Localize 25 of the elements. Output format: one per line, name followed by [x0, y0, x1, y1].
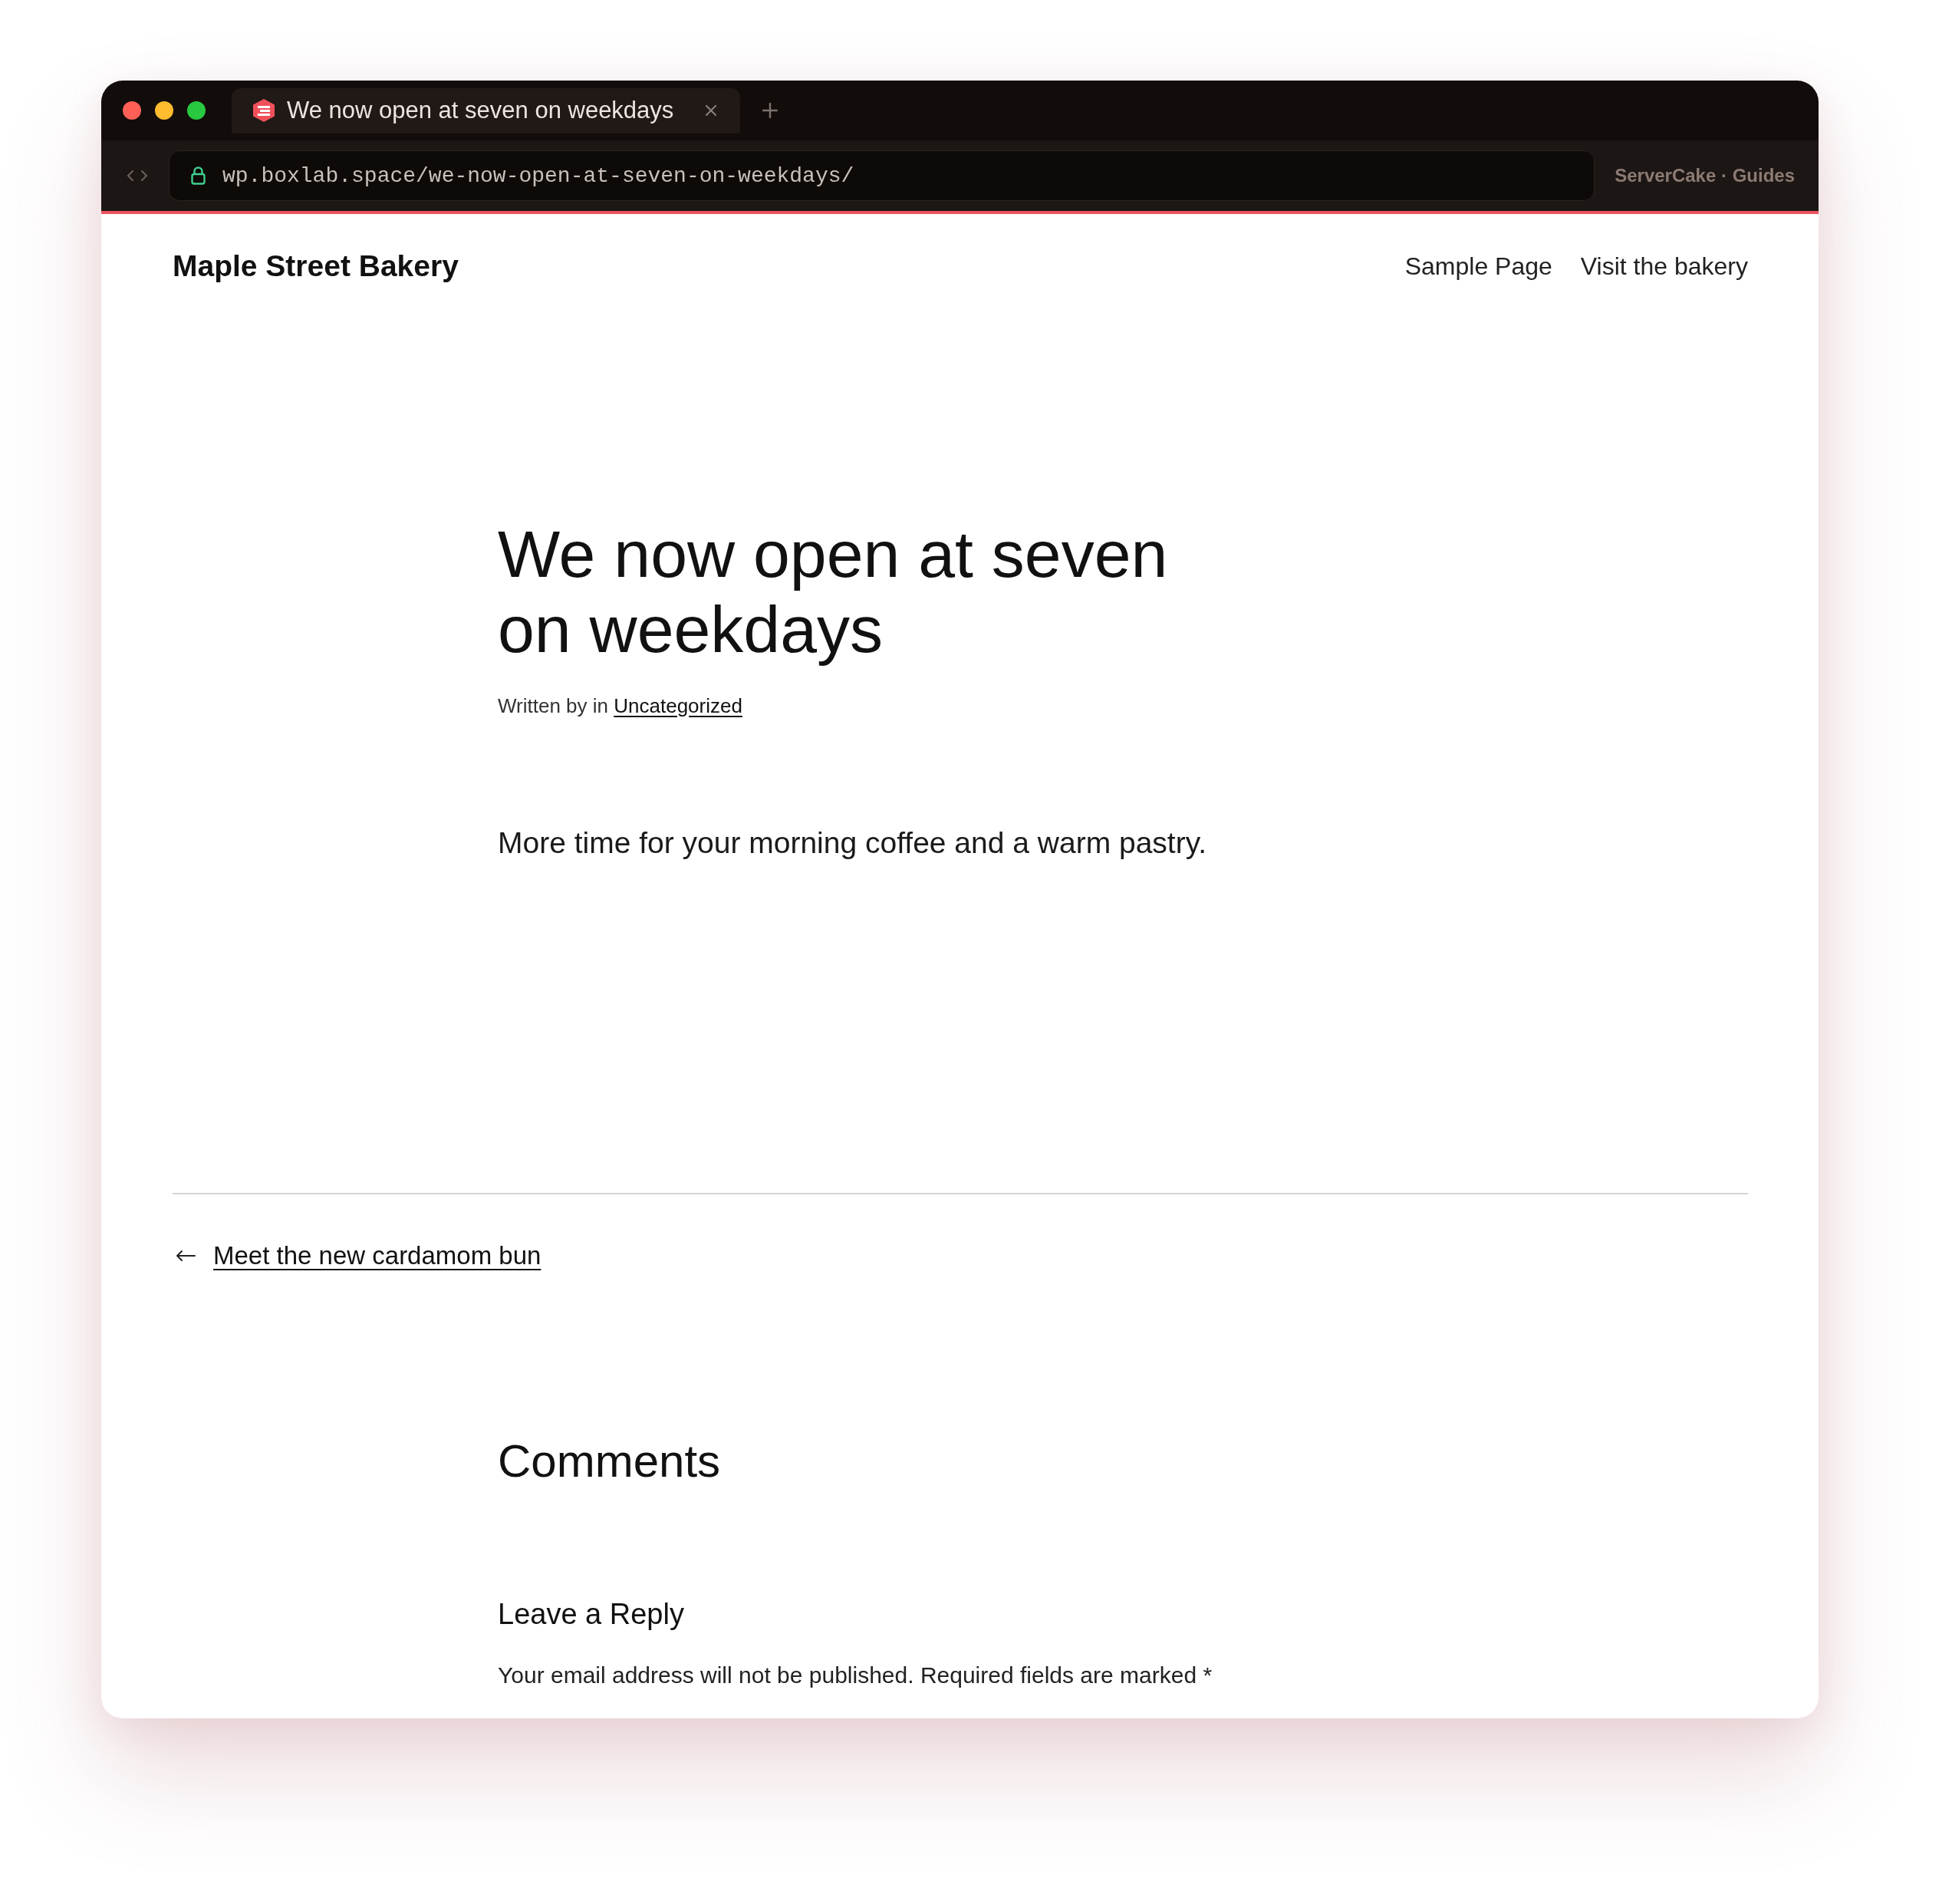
comments-heading: Comments [498, 1435, 721, 1488]
maximize-dot-icon[interactable] [187, 101, 206, 120]
site-title[interactable]: Maple Street Bakery [173, 249, 459, 283]
arrow-left-icon [176, 1250, 196, 1262]
previous-post-link[interactable]: Meet the new cardamom bun [213, 1241, 541, 1270]
close-icon[interactable] [705, 104, 717, 117]
minimize-dot-icon[interactable] [155, 101, 173, 120]
browser-tab[interactable]: We now open at seven on weekdays [232, 87, 740, 133]
hexagon-logo-icon [253, 99, 275, 122]
close-dot-icon[interactable] [123, 101, 141, 120]
lock-icon [191, 166, 206, 185]
toolbar-label: ServerCake · Guides [1615, 165, 1795, 186]
post-body: More time for your morning coffee and a warm pastry. [498, 825, 1207, 861]
nav-link[interactable]: Visit the bakery [1580, 252, 1748, 281]
url-text: wp.boxlab.space/we-now-open-at-seven-on-weekdays/ [222, 163, 854, 188]
comment-notes: Your email address will not be published. Required fields are marked * [498, 1662, 1213, 1689]
reply-title: Leave a Reply [498, 1597, 684, 1632]
category-link[interactable]: Uncategorized [614, 694, 742, 717]
address-field[interactable]: wp.boxlab.space/we-now-open-at-seven-on-weekdays/ [169, 150, 1595, 201]
nav-link[interactable]: Sample Page [1404, 252, 1552, 281]
chevron-right-icon[interactable] [140, 170, 148, 182]
chevron-left-icon[interactable] [127, 170, 134, 182]
post-meta: Written by in Uncategorized [498, 693, 742, 719]
plus-icon[interactable] [762, 103, 778, 118]
post-title: We now open at seven on weekdays [498, 516, 1169, 667]
